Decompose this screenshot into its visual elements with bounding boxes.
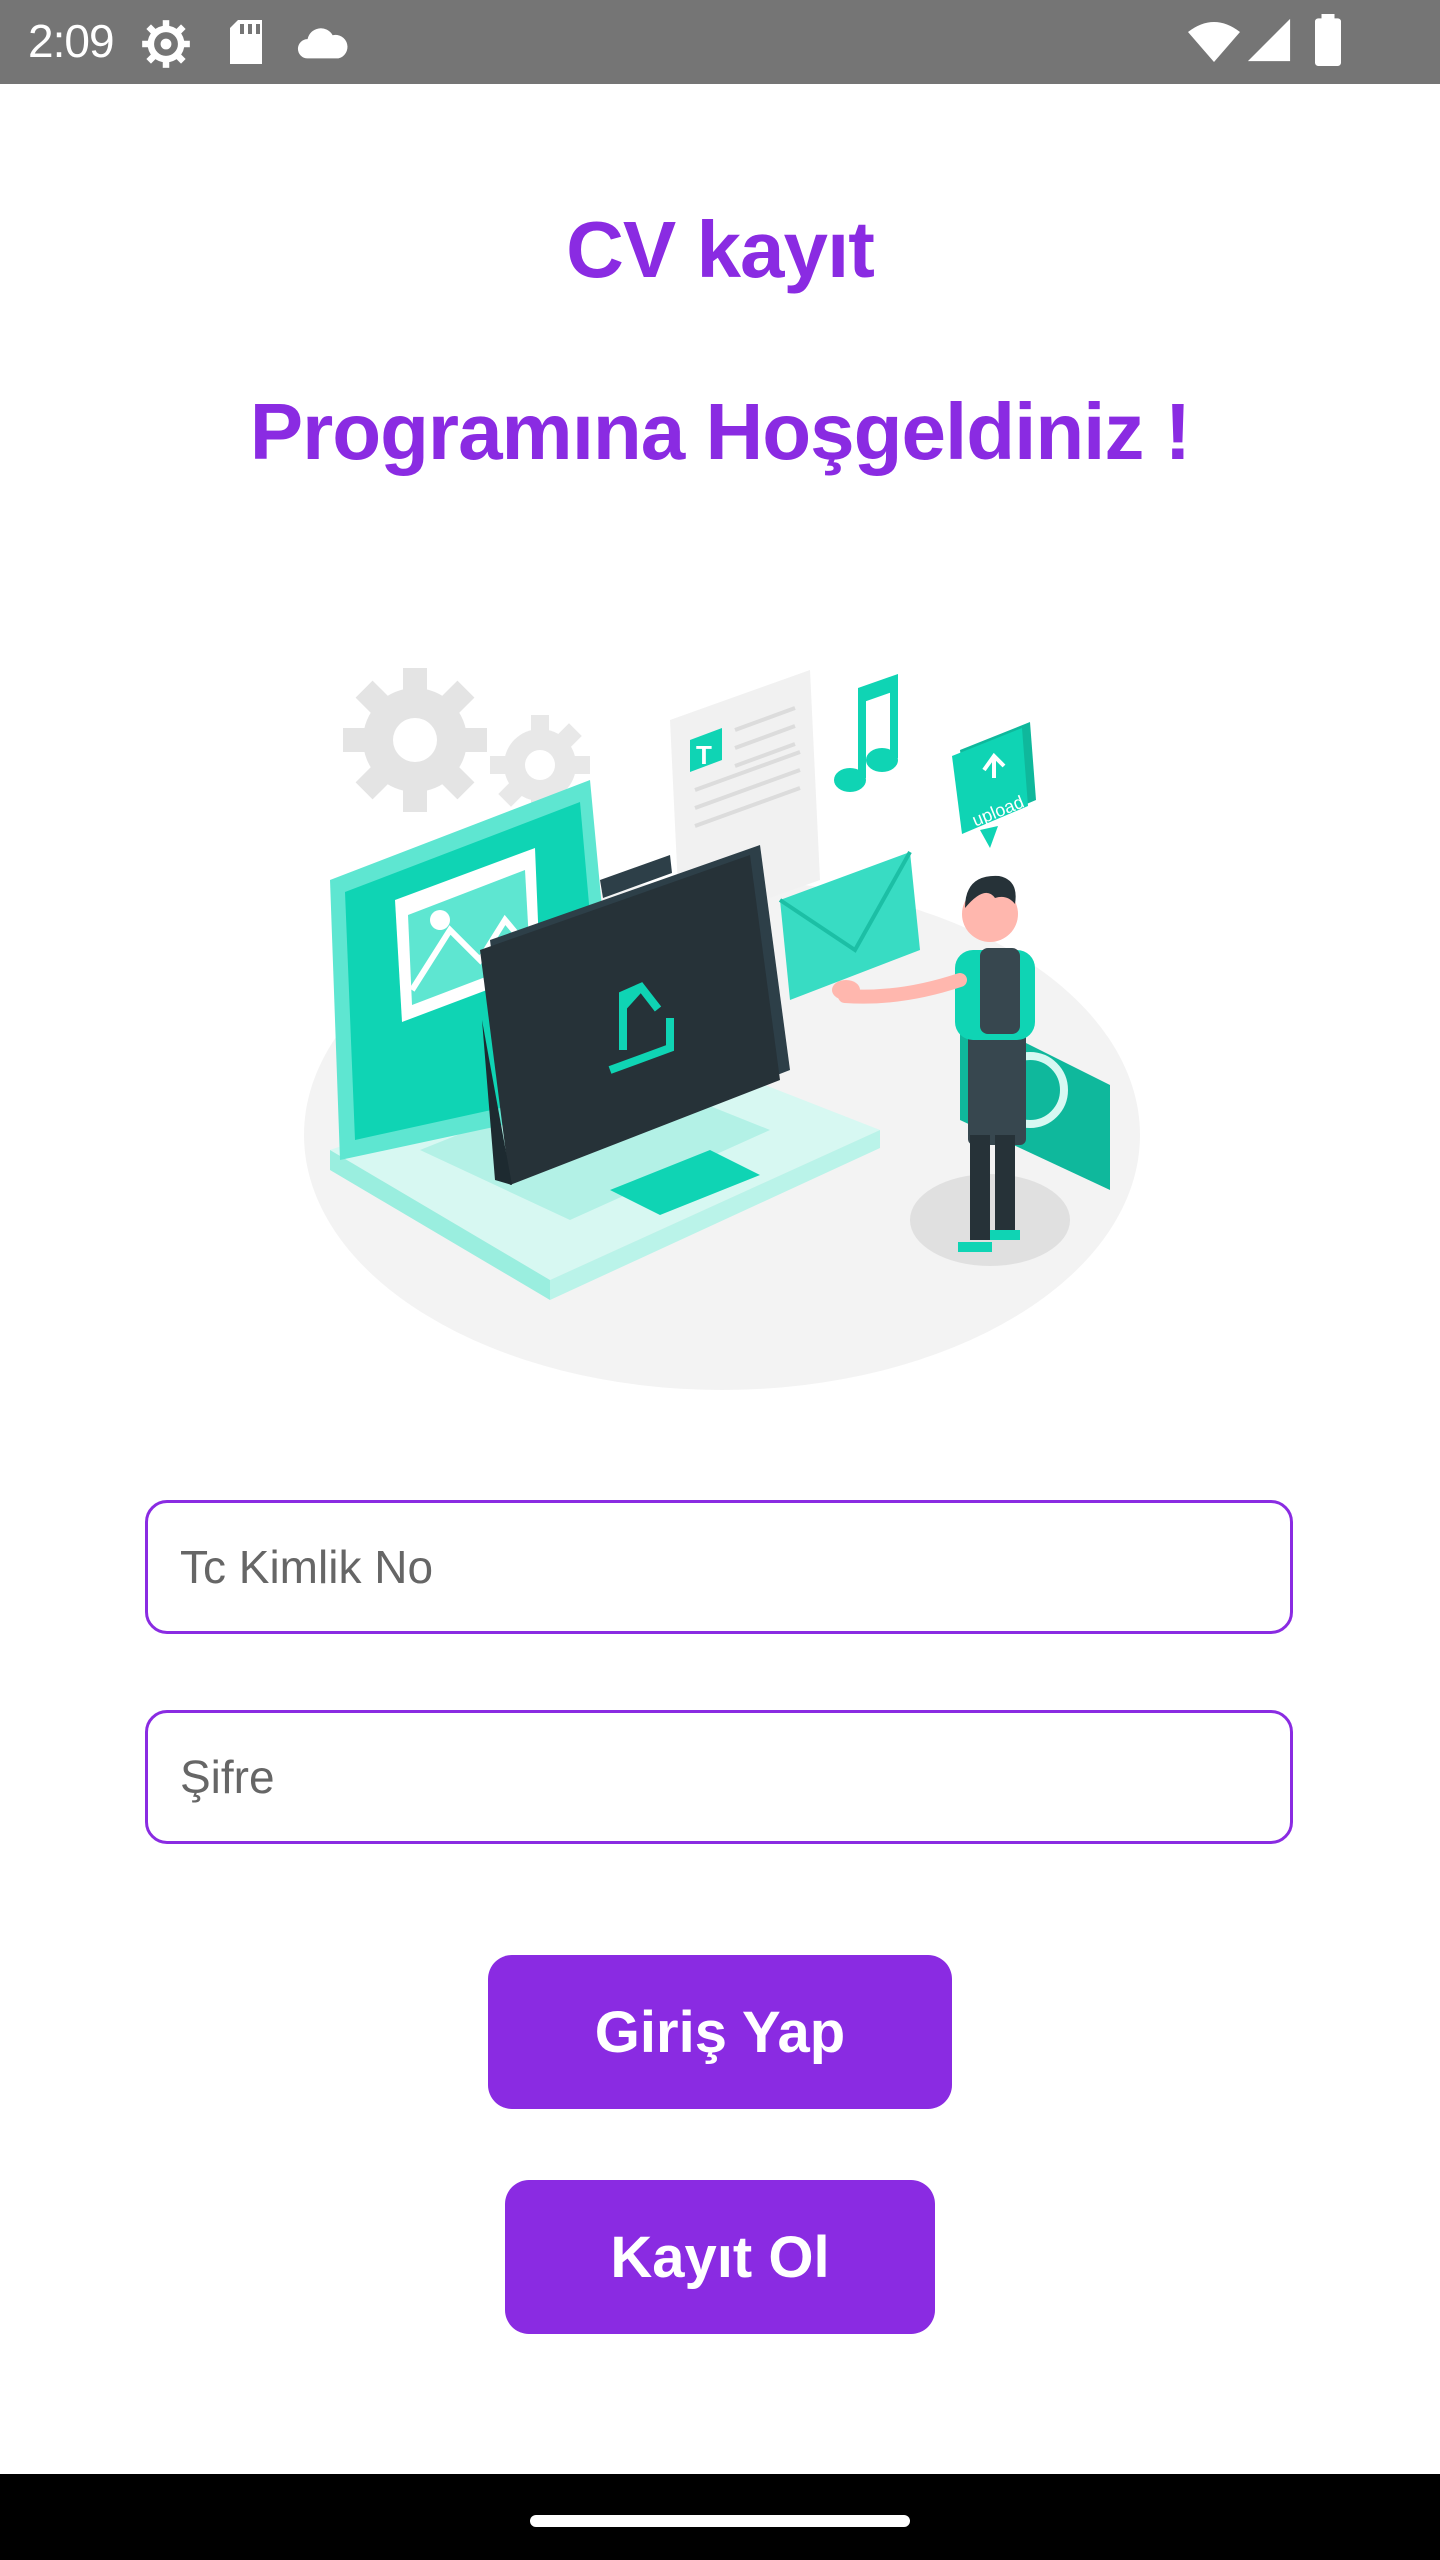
home-gesture-handle[interactable] (530, 2515, 910, 2527)
sd-card-icon (230, 20, 262, 64)
tc-kimlik-input[interactable] (145, 1500, 1293, 1634)
signal-icon (1247, 18, 1291, 62)
svg-text:T: T (696, 740, 712, 770)
register-button[interactable]: Kayıt Ol (505, 2180, 935, 2334)
navigation-bar (0, 2474, 1440, 2560)
status-time: 2:09 (28, 15, 115, 67)
status-bar: 2:09 (0, 0, 1440, 84)
battery-icon (1315, 14, 1341, 66)
settings-icon (142, 20, 190, 68)
page-title: CV kayıt (566, 205, 875, 294)
password-input[interactable] (145, 1710, 1293, 1844)
upload-badge-icon: upload (952, 722, 1036, 848)
cloud-icon (297, 28, 348, 59)
gear-icon (343, 668, 487, 812)
wifi-icon (1188, 22, 1240, 62)
login-button[interactable]: Giriş Yap (488, 1955, 952, 2109)
page-subtitle: Programına Hoşgeldiniz ! (249, 387, 1192, 476)
upload-illustration: T upload (304, 668, 1140, 1390)
